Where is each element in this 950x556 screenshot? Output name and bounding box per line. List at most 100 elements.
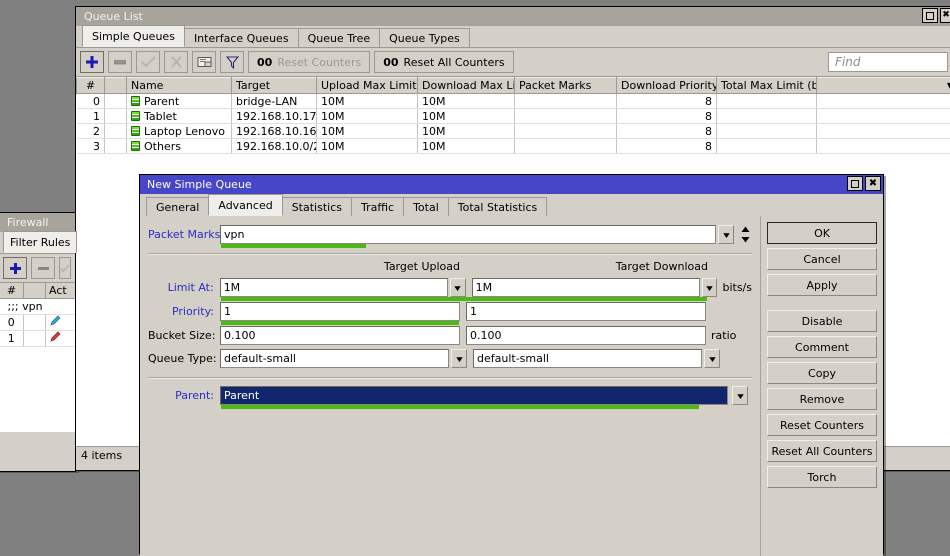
queue-type-upload-input[interactable]: default-small: [220, 349, 449, 368]
form-divider-2: [148, 377, 752, 379]
tab-advanced[interactable]: Advanced: [208, 194, 282, 216]
firewall-col-action[interactable]: Act: [46, 283, 78, 299]
disable-queue-button[interactable]: [164, 51, 188, 73]
limit-at-download-value: 1M: [476, 281, 493, 294]
firewall-enable-button[interactable]: [59, 257, 71, 279]
tab-traffic-label: Traffic: [361, 201, 394, 214]
disable-button[interactable]: Disable: [767, 310, 877, 332]
maximize-icon: [851, 180, 859, 188]
col-extra[interactable]: ▼: [817, 78, 950, 94]
firewall-row-index: 0: [0, 315, 24, 331]
tab-filter-rules[interactable]: Filter Rules: [3, 231, 77, 253]
comment-button[interactable]: Comment: [767, 336, 877, 358]
limit-at-upload-input[interactable]: 1M: [220, 278, 448, 297]
new-simple-queue-dialog[interactable]: New Simple Queue ✖ General Advanced Stat…: [139, 174, 884, 554]
col-index[interactable]: #: [77, 78, 105, 94]
firewall-row[interactable]: 1: [0, 331, 77, 347]
parent-row: Parent: Parent: [148, 385, 752, 405]
queue-type-download-dropdown[interactable]: [704, 349, 720, 368]
search-input[interactable]: Find: [828, 52, 948, 72]
reset-all-counters-button-label: Reset All Counters: [771, 445, 872, 458]
queue-type-upload-dropdown[interactable]: [451, 349, 467, 368]
queue-list-title-text: Queue List: [84, 10, 143, 23]
tab-queue-types[interactable]: Queue Types: [379, 28, 470, 47]
firewall-comment-row[interactable]: ;;; vpn: [0, 299, 77, 315]
ok-button[interactable]: OK: [767, 222, 877, 244]
cancel-button[interactable]: Cancel: [767, 248, 877, 270]
dialog-maximize-button[interactable]: [847, 176, 863, 191]
queue-list-tabbar[interactable]: Simple Queues Interface Queues Queue Tre…: [76, 26, 950, 48]
dialog-close-button[interactable]: ✖: [865, 176, 881, 191]
col-packet-marks[interactable]: Packet Marks: [515, 78, 617, 94]
priority-label: Priority:: [148, 305, 220, 318]
table-row[interactable]: 2 Laptop Lenovo 192.168.10.16 10M 10M 8: [77, 124, 950, 139]
tab-simple-queues[interactable]: Simple Queues: [82, 25, 185, 47]
add-queue-button[interactable]: [80, 51, 104, 73]
close-button[interactable]: ✖: [940, 8, 950, 23]
firewall-row[interactable]: 0: [0, 315, 77, 331]
table-row[interactable]: 3 Others 192.168.10.0/24 10M 10M 8: [77, 139, 950, 154]
packet-marks-input[interactable]: vpn: [220, 225, 716, 244]
queue-type-download-input[interactable]: default-small: [473, 349, 702, 368]
queue-list-window-buttons[interactable]: ✖: [922, 8, 950, 23]
target-download-header: Target Download: [460, 260, 708, 273]
close-icon: ✖: [942, 11, 950, 20]
limit-at-download-dropdown[interactable]: [702, 278, 718, 297]
dialog-tabbar[interactable]: General Advanced Statistics Traffic Tota…: [140, 194, 883, 216]
col-upload-max-limit[interactable]: Upload Max Limit: [317, 78, 418, 94]
firewall-row-blank: [24, 315, 46, 331]
col-name[interactable]: Name: [127, 78, 232, 94]
priority-download-input[interactable]: 1: [466, 302, 706, 321]
firewall-window[interactable]: Firewall Filter Rules #: [0, 212, 78, 472]
reset-counters-button[interactable]: 00 Reset Counters: [248, 51, 370, 73]
firewall-col-index[interactable]: #: [0, 283, 24, 299]
remove-button[interactable]: Remove: [767, 388, 877, 410]
filter-button[interactable]: [220, 51, 244, 73]
comment-button[interactable]: [192, 51, 216, 73]
firewall-toolbar[interactable]: [0, 254, 77, 282]
firewall-table[interactable]: # Act ;;; vpn 0: [0, 282, 77, 432]
firewall-tabbar[interactable]: Filter Rules: [0, 232, 77, 254]
tab-statistics[interactable]: Statistics: [282, 197, 352, 216]
limit-at-upload-dropdown[interactable]: [450, 278, 466, 297]
limit-at-download-input[interactable]: 1M: [472, 278, 700, 297]
copy-button[interactable]: Copy: [767, 362, 877, 384]
tab-total-statistics[interactable]: Total Statistics: [448, 197, 547, 216]
dialog-window-buttons[interactable]: ✖: [847, 176, 881, 191]
enable-queue-button[interactable]: [136, 51, 160, 73]
dialog-title-bar: New Simple Queue ✖: [140, 175, 883, 194]
apply-button[interactable]: Apply: [767, 274, 877, 296]
parent-dropdown[interactable]: [732, 386, 748, 405]
tab-total[interactable]: Total: [403, 197, 449, 216]
bucket-size-upload-input[interactable]: 0.100: [220, 326, 460, 345]
reset-all-counters-button[interactable]: 00 Reset All Counters: [374, 51, 513, 73]
reset-counters-prefix: 00: [257, 56, 272, 69]
queue-list-toolbar[interactable]: 00 Reset Counters 00 Reset All Counters …: [76, 48, 950, 76]
firewall-remove-button[interactable]: [31, 257, 55, 279]
firewall-add-button[interactable]: [3, 257, 27, 279]
reset-counters-button[interactable]: Reset Counters: [767, 414, 877, 436]
table-row[interactable]: 1 Tablet 192.168.10.17 10M 10M 8: [77, 109, 950, 124]
priority-upload-input[interactable]: 1: [220, 302, 460, 321]
col-download-priority[interactable]: Download Priority: [617, 78, 717, 94]
maximize-button[interactable]: [922, 8, 938, 23]
tab-traffic[interactable]: Traffic: [351, 197, 404, 216]
row-packet-marks: [515, 109, 617, 124]
col-target[interactable]: Target: [232, 78, 317, 94]
tab-interface-queues[interactable]: Interface Queues: [184, 28, 299, 47]
reset-all-counters-button[interactable]: Reset All Counters: [767, 440, 877, 462]
bucket-size-download-input[interactable]: 0.100: [466, 326, 706, 345]
torch-button[interactable]: Torch: [767, 466, 877, 488]
parent-input[interactable]: Parent: [220, 386, 728, 405]
row-upload-max: 10M: [317, 94, 418, 109]
tab-general[interactable]: General: [146, 197, 209, 216]
remove-queue-button[interactable]: [108, 51, 132, 73]
packet-marks-dropdown[interactable]: [718, 225, 734, 244]
table-row[interactable]: 0 Parent bridge-LAN 10M 10M 8: [77, 94, 950, 109]
col-total-max-limit[interactable]: Total Max Limit (b...: [717, 78, 817, 94]
firewall-col-blank[interactable]: [24, 283, 46, 299]
col-download-max-limit[interactable]: Download Max Limit: [418, 78, 515, 94]
col-flags[interactable]: [105, 78, 127, 94]
packet-marks-stepper[interactable]: [738, 224, 752, 244]
tab-queue-tree[interactable]: Queue Tree: [298, 28, 381, 47]
